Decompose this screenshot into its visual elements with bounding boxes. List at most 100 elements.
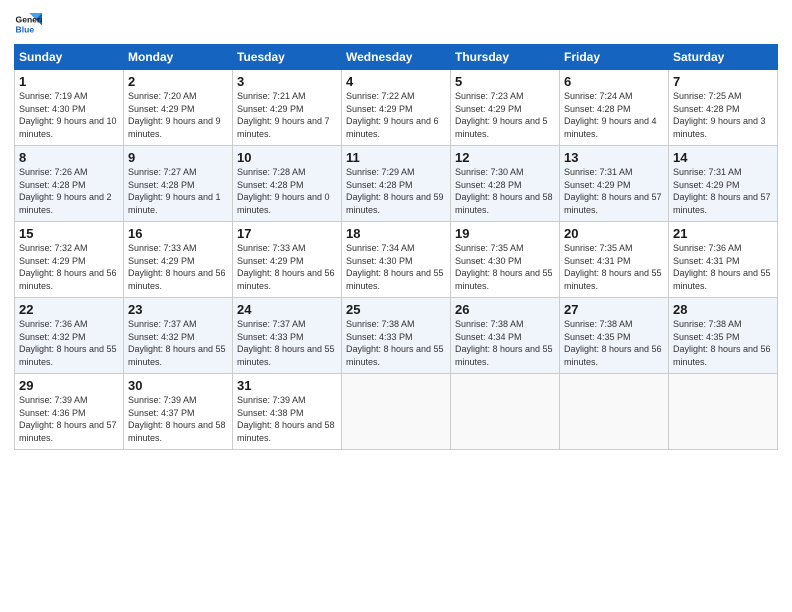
calendar-cell: 6 Sunrise: 7:24 AMSunset: 4:28 PMDaylight… [560,70,669,146]
calendar-cell [342,374,451,450]
day-number: 20 [564,226,664,241]
day-info: Sunrise: 7:29 AMSunset: 4:28 PMDaylight:… [346,167,444,215]
day-number: 28 [673,302,773,317]
day-number: 4 [346,74,446,89]
day-number: 22 [19,302,119,317]
week-row-3: 15 Sunrise: 7:32 AMSunset: 4:29 PMDayligh… [15,222,778,298]
day-info: Sunrise: 7:22 AMSunset: 4:29 PMDaylight:… [346,91,439,139]
day-info: Sunrise: 7:38 AMSunset: 4:34 PMDaylight:… [455,319,553,367]
day-info: Sunrise: 7:33 AMSunset: 4:29 PMDaylight:… [128,243,226,291]
day-number: 11 [346,150,446,165]
day-info: Sunrise: 7:39 AMSunset: 4:38 PMDaylight:… [237,395,335,443]
day-info: Sunrise: 7:31 AMSunset: 4:29 PMDaylight:… [673,167,771,215]
day-number: 7 [673,74,773,89]
calendar-cell: 13Sunrise: 7:31 AMSunset: 4:29 PMDayligh… [560,146,669,222]
day-number: 23 [128,302,228,317]
day-number: 21 [673,226,773,241]
calendar-cell: 24 Sunrise: 7:37 AMSunset: 4:33 PMDayligh… [233,298,342,374]
calendar-cell: 25 Sunrise: 7:38 AMSunset: 4:33 PMDayligh… [342,298,451,374]
day-number: 8 [19,150,119,165]
calendar-cell: 2Sunrise: 7:20 AMSunset: 4:29 PMDaylight… [124,70,233,146]
calendar-cell: 4 Sunrise: 7:22 AMSunset: 4:29 PMDaylight… [342,70,451,146]
day-number: 3 [237,74,337,89]
calendar-cell: 27Sunrise: 7:38 AMSunset: 4:35 PMDayligh… [560,298,669,374]
day-info: Sunrise: 7:26 AMSunset: 4:28 PMDaylight:… [19,167,112,215]
calendar-cell: 21Sunrise: 7:36 AMSunset: 4:31 PMDayligh… [669,222,778,298]
day-info: Sunrise: 7:39 AMSunset: 4:37 PMDaylight:… [128,395,226,443]
day-info: Sunrise: 7:24 AMSunset: 4:28 PMDaylight:… [564,91,657,139]
weekday-saturday: Saturday [669,45,778,70]
day-number: 25 [346,302,446,317]
day-number: 31 [237,378,337,393]
calendar-cell: 17 Sunrise: 7:33 AMSunset: 4:29 PMDayligh… [233,222,342,298]
weekday-header-row: SundayMondayTuesdayWednesdayThursdayFrid… [15,45,778,70]
day-number: 16 [128,226,228,241]
day-number: 13 [564,150,664,165]
calendar-cell: 7 Sunrise: 7:25 AMSunset: 4:28 PMDaylight… [669,70,778,146]
calendar-cell: 23 Sunrise: 7:37 AMSunset: 4:32 PMDayligh… [124,298,233,374]
calendar-cell: 30 Sunrise: 7:39 AMSunset: 4:37 PMDayligh… [124,374,233,450]
day-info: Sunrise: 7:33 AMSunset: 4:29 PMDaylight:… [237,243,335,291]
day-number: 12 [455,150,555,165]
day-number: 24 [237,302,337,317]
calendar-cell: 14 Sunrise: 7:31 AMSunset: 4:29 PMDayligh… [669,146,778,222]
weekday-sunday: Sunday [15,45,124,70]
week-row-2: 8 Sunrise: 7:26 AMSunset: 4:28 PMDaylight… [15,146,778,222]
day-info: Sunrise: 7:19 AMSunset: 4:30 PMDaylight:… [19,91,117,139]
calendar-cell: 1 Sunrise: 7:19 AMSunset: 4:30 PMDaylight… [15,70,124,146]
day-number: 18 [346,226,446,241]
day-number: 14 [673,150,773,165]
weekday-thursday: Thursday [451,45,560,70]
calendar-cell: 10Sunrise: 7:28 AMSunset: 4:28 PMDayligh… [233,146,342,222]
day-info: Sunrise: 7:37 AMSunset: 4:32 PMDaylight:… [128,319,226,367]
calendar-cell [451,374,560,450]
calendar-cell: 26 Sunrise: 7:38 AMSunset: 4:34 PMDayligh… [451,298,560,374]
day-info: Sunrise: 7:20 AMSunset: 4:29 PMDaylight:… [128,91,221,139]
day-number: 1 [19,74,119,89]
day-info: Sunrise: 7:25 AMSunset: 4:28 PMDaylight:… [673,91,766,139]
calendar-cell: 15 Sunrise: 7:32 AMSunset: 4:29 PMDayligh… [15,222,124,298]
day-number: 9 [128,150,228,165]
day-info: Sunrise: 7:34 AMSunset: 4:30 PMDaylight:… [346,243,444,291]
day-info: Sunrise: 7:23 AMSunset: 4:29 PMDaylight:… [455,91,548,139]
day-info: Sunrise: 7:27 AMSunset: 4:28 PMDaylight:… [128,167,221,215]
day-info: Sunrise: 7:38 AMSunset: 4:33 PMDaylight:… [346,319,444,367]
header: General Blue [14,10,778,38]
calendar-cell [669,374,778,450]
day-number: 30 [128,378,228,393]
day-info: Sunrise: 7:37 AMSunset: 4:33 PMDaylight:… [237,319,335,367]
calendar-cell: 5 Sunrise: 7:23 AMSunset: 4:29 PMDaylight… [451,70,560,146]
day-info: Sunrise: 7:36 AMSunset: 4:32 PMDaylight:… [19,319,117,367]
weekday-tuesday: Tuesday [233,45,342,70]
calendar-cell: 16 Sunrise: 7:33 AMSunset: 4:29 PMDayligh… [124,222,233,298]
day-info: Sunrise: 7:38 AMSunset: 4:35 PMDaylight:… [673,319,771,367]
logo-icon: General Blue [14,10,42,38]
day-number: 17 [237,226,337,241]
weekday-wednesday: Wednesday [342,45,451,70]
calendar-cell: 28 Sunrise: 7:38 AMSunset: 4:35 PMDayligh… [669,298,778,374]
day-number: 19 [455,226,555,241]
day-number: 26 [455,302,555,317]
day-number: 29 [19,378,119,393]
day-info: Sunrise: 7:38 AMSunset: 4:35 PMDaylight:… [564,319,662,367]
calendar-cell: 12 Sunrise: 7:30 AMSunset: 4:28 PMDayligh… [451,146,560,222]
day-info: Sunrise: 7:39 AMSunset: 4:36 PMDaylight:… [19,395,117,443]
calendar-cell: 22 Sunrise: 7:36 AMSunset: 4:32 PMDayligh… [15,298,124,374]
svg-text:Blue: Blue [16,25,35,35]
day-info: Sunrise: 7:32 AMSunset: 4:29 PMDaylight:… [19,243,117,291]
week-row-5: 29 Sunrise: 7:39 AMSunset: 4:36 PMDayligh… [15,374,778,450]
day-number: 5 [455,74,555,89]
weekday-friday: Friday [560,45,669,70]
calendar-cell: 3 Sunrise: 7:21 AMSunset: 4:29 PMDaylight… [233,70,342,146]
day-number: 6 [564,74,664,89]
day-info: Sunrise: 7:21 AMSunset: 4:29 PMDaylight:… [237,91,330,139]
calendar-cell [560,374,669,450]
calendar-cell: 11 Sunrise: 7:29 AMSunset: 4:28 PMDayligh… [342,146,451,222]
weekday-monday: Monday [124,45,233,70]
page: General Blue SundayMondayTuesdayWednesda… [0,0,792,612]
day-number: 15 [19,226,119,241]
calendar-cell: 19Sunrise: 7:35 AMSunset: 4:30 PMDayligh… [451,222,560,298]
calendar-cell: 31 Sunrise: 7:39 AMSunset: 4:38 PMDayligh… [233,374,342,450]
day-info: Sunrise: 7:30 AMSunset: 4:28 PMDaylight:… [455,167,553,215]
day-number: 10 [237,150,337,165]
